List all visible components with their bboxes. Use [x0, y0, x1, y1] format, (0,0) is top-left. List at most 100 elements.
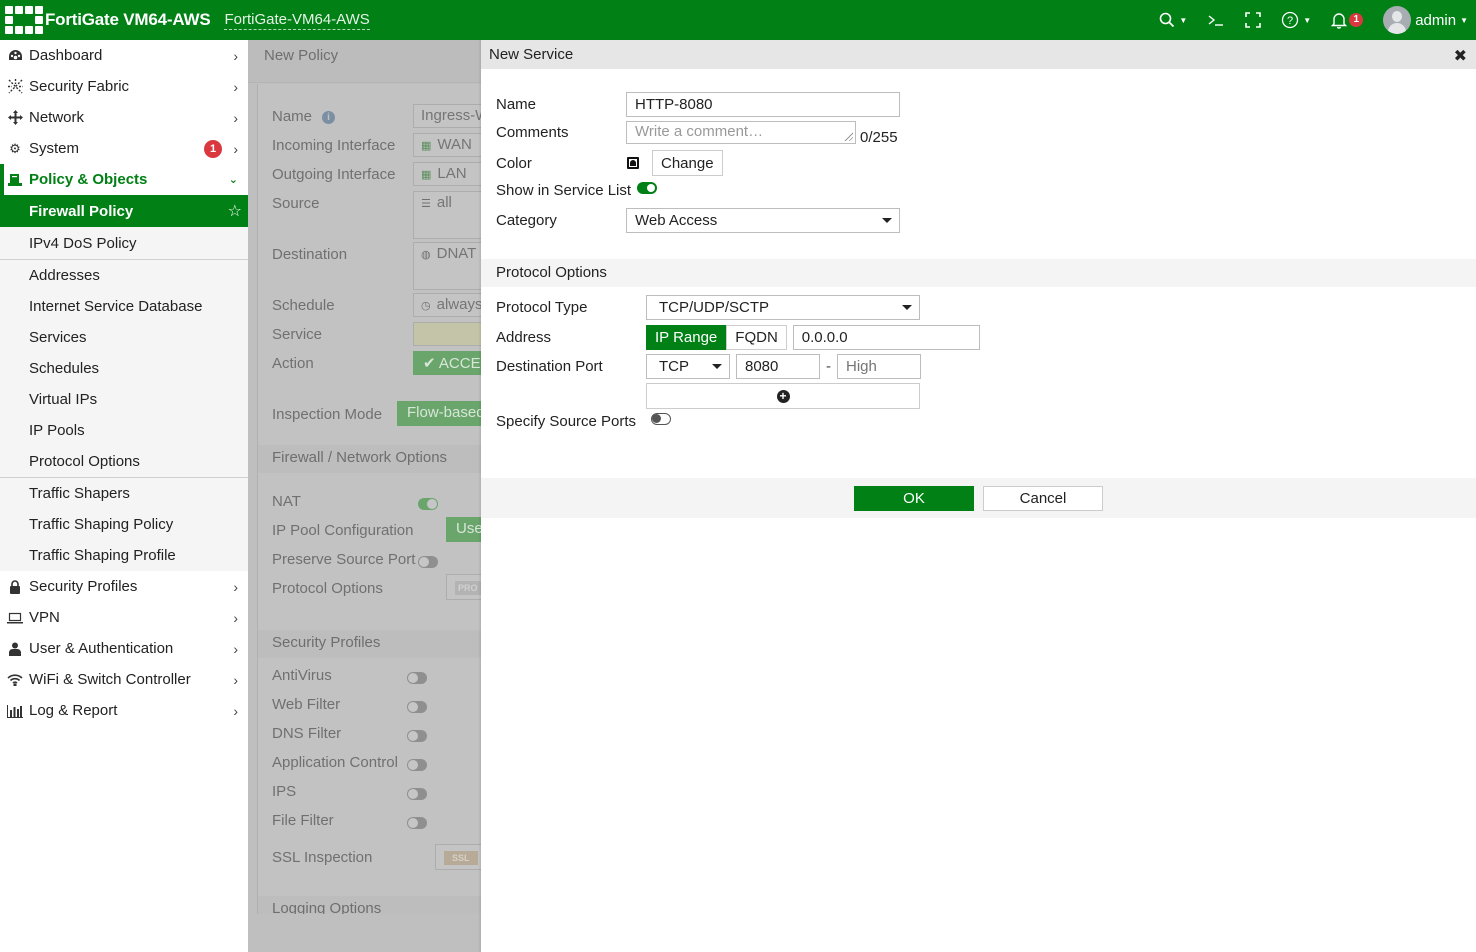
sidebar-item-internet-service-database[interactable]: Internet Service Database — [0, 291, 248, 322]
sidebar-item-addresses[interactable]: Addresses — [0, 260, 248, 291]
outgoing-interface-field: ▦ LAN — [413, 162, 488, 186]
sidebar-item-wifi-switch-controller[interactable]: WiFi & Switch Controller › — [0, 664, 248, 695]
protocol-options-header: Protocol Options — [481, 259, 1476, 287]
policy-form: Name i Ingress-W Incoming Interface ▦ WAN … — [257, 84, 488, 914]
ssl-inspection-label: SSL Inspection — [272, 849, 373, 866]
sidebar-item-system[interactable]: ⚙ System 1 › — [0, 133, 248, 164]
sidebar-item-firewall-policy[interactable]: Firewall Policy ☆ — [0, 195, 248, 227]
help-button[interactable]: ? ▼ — [1281, 11, 1311, 29]
sidebar-item-services[interactable]: Services — [0, 322, 248, 353]
sidebar-item-ipv4-dos-policy[interactable]: IPv4 DoS Policy — [0, 227, 248, 259]
security-profiles-header: Security Profiles — [258, 630, 488, 658]
sidebar-item-traffic-shaping-policy[interactable]: Traffic Shaping Policy — [0, 509, 248, 540]
caret-down-icon: ▼ — [1179, 15, 1188, 25]
name-label: Name — [496, 96, 537, 113]
protocol-type-row: Protocol Type TCP/UDP/SCTP — [496, 295, 920, 320]
policy-icon — [6, 173, 24, 187]
show-in-service-list-row: Show in Service List — [496, 181, 658, 199]
destination-port-high-input[interactable] — [837, 354, 921, 379]
bar-chart-icon — [6, 704, 24, 718]
service-name-input[interactable] — [626, 92, 900, 117]
category-value: Web Access — [635, 212, 718, 229]
antivirus-label: AntiVirus — [272, 667, 332, 684]
sidebar-item-label: System — [29, 140, 80, 157]
star-icon[interactable]: ☆ — [228, 201, 242, 221]
search-button[interactable]: ▼ — [1159, 12, 1187, 28]
sidebar-item-label: Schedules — [29, 360, 100, 377]
antivirus-toggle — [407, 672, 427, 684]
caret-down-icon: ▼ — [1303, 15, 1312, 25]
chevron-down-icon: ⌄ — [228, 174, 238, 186]
comments-textarea[interactable]: Write a comment… — [626, 121, 856, 144]
close-icon[interactable]: ✖ — [1454, 46, 1467, 66]
fullscreen-button[interactable] — [1245, 12, 1262, 28]
sidebar-item-security-profiles[interactable]: Security Profiles › — [0, 571, 248, 602]
inspection-flow-based: Flow-based — [397, 401, 488, 426]
user-menu[interactable]: admin ▼ — [1383, 6, 1468, 34]
chevron-right-icon: › — [233, 47, 238, 64]
dialog-title: New Service — [489, 46, 574, 63]
category-select[interactable]: Web Access — [626, 208, 900, 233]
dialog-header: New Service ✖ — [481, 40, 1476, 69]
specify-source-ports-toggle[interactable] — [651, 412, 671, 425]
sidebar-item-policy-objects[interactable]: Policy & Objects ⌄ — [0, 164, 248, 195]
sidebar-item-label: Security Profiles — [29, 578, 138, 595]
sidebar-item-label: IPv4 DoS Policy — [29, 234, 137, 252]
nat-label: NAT — [272, 493, 301, 510]
incoming-interface-field: ▦ WAN — [413, 133, 488, 157]
sidebar-item-ip-pools[interactable]: IP Pools — [0, 415, 248, 446]
schedule-field: ◷ always — [413, 293, 488, 317]
sidebar-item-vpn[interactable]: VPN › — [0, 602, 248, 633]
policy-objects-submenu: Firewall Policy ☆ IPv4 DoS Policy Addres… — [0, 195, 248, 571]
sidebar-item-protocol-options[interactable]: Protocol Options — [0, 446, 248, 477]
destination-port-row: Destination Port TCP - — [496, 354, 921, 379]
schedule-label: Schedule — [272, 297, 335, 314]
hostname-link[interactable]: FortiGate-VM64-AWS — [224, 11, 370, 30]
wifi-icon — [6, 673, 24, 686]
change-color-button[interactable]: Change — [652, 150, 723, 176]
sidebar-item-traffic-shaping-profile[interactable]: Traffic Shaping Profile — [0, 540, 248, 571]
service-label: Service — [272, 326, 323, 343]
sidebar-item-network[interactable]: Network › — [0, 102, 248, 133]
sidebar-item-label: Traffic Shaping Profile — [29, 547, 176, 564]
cancel-button[interactable]: Cancel — [983, 486, 1103, 511]
sidebar-item-virtual-ips[interactable]: Virtual IPs — [0, 384, 248, 415]
comments-placeholder: Write a comment… — [635, 123, 764, 140]
sidebar-item-dashboard[interactable]: Dashboard › — [0, 40, 248, 71]
protocol-type-select[interactable]: TCP/UDP/SCTP — [646, 295, 920, 320]
caret-down-icon: ▼ — [1460, 15, 1468, 25]
sidebar-item-security-fabric[interactable]: Security Fabric › — [0, 71, 248, 102]
sidebar-item-user-authentication[interactable]: User & Authentication › — [0, 633, 248, 664]
sidebar-item-label: Dashboard — [29, 47, 103, 64]
sidebar-item-traffic-shapers[interactable]: Traffic Shapers — [0, 478, 248, 509]
name-row: Name — [496, 92, 900, 117]
notifications-button[interactable]: 1 — [1331, 12, 1364, 29]
address-type-ip-range[interactable]: IP Range — [646, 325, 727, 350]
system-alert-badge: 1 — [204, 139, 222, 158]
ok-button[interactable]: OK — [854, 486, 974, 511]
cli-console-button[interactable] — [1207, 13, 1225, 27]
resize-handle-icon[interactable] — [843, 131, 853, 141]
sidebar-item-label: Protocol Options — [29, 453, 140, 470]
plus-circle-icon: + — [776, 389, 790, 403]
sidebar: Dashboard › Security Fabric › Network › … — [0, 40, 248, 952]
sidebar-item-label: Security Fabric — [29, 78, 130, 95]
destination-port-protocol-select[interactable]: TCP — [646, 354, 730, 379]
add-port-range-button[interactable]: + — [646, 383, 920, 409]
sidebar-item-schedules[interactable]: Schedules — [0, 353, 248, 384]
specify-source-ports-label: Specify Source Ports — [496, 413, 637, 430]
sidebar-item-label: Log & Report — [29, 702, 118, 719]
address-input[interactable] — [792, 325, 980, 350]
new-policy-page-dimmed: New Policy Name i Ingress-W Incoming Inte… — [248, 40, 488, 952]
show-in-service-list-toggle[interactable] — [637, 181, 658, 194]
firewall-network-options-header: Firewall / Network Options — [258, 445, 488, 473]
address-type-fqdn[interactable]: FQDN — [726, 325, 787, 350]
sidebar-item-log-report[interactable]: Log & Report › — [0, 695, 248, 726]
protocol-options-label: Protocol Options — [272, 580, 383, 597]
user-icon — [6, 642, 24, 656]
svg-text:?: ? — [1287, 15, 1293, 27]
terminal-icon — [1208, 15, 1224, 26]
chevron-right-icon: › — [233, 578, 238, 595]
destination-port-low-input[interactable] — [736, 354, 820, 379]
destination-port-label: Destination Port — [496, 358, 603, 375]
